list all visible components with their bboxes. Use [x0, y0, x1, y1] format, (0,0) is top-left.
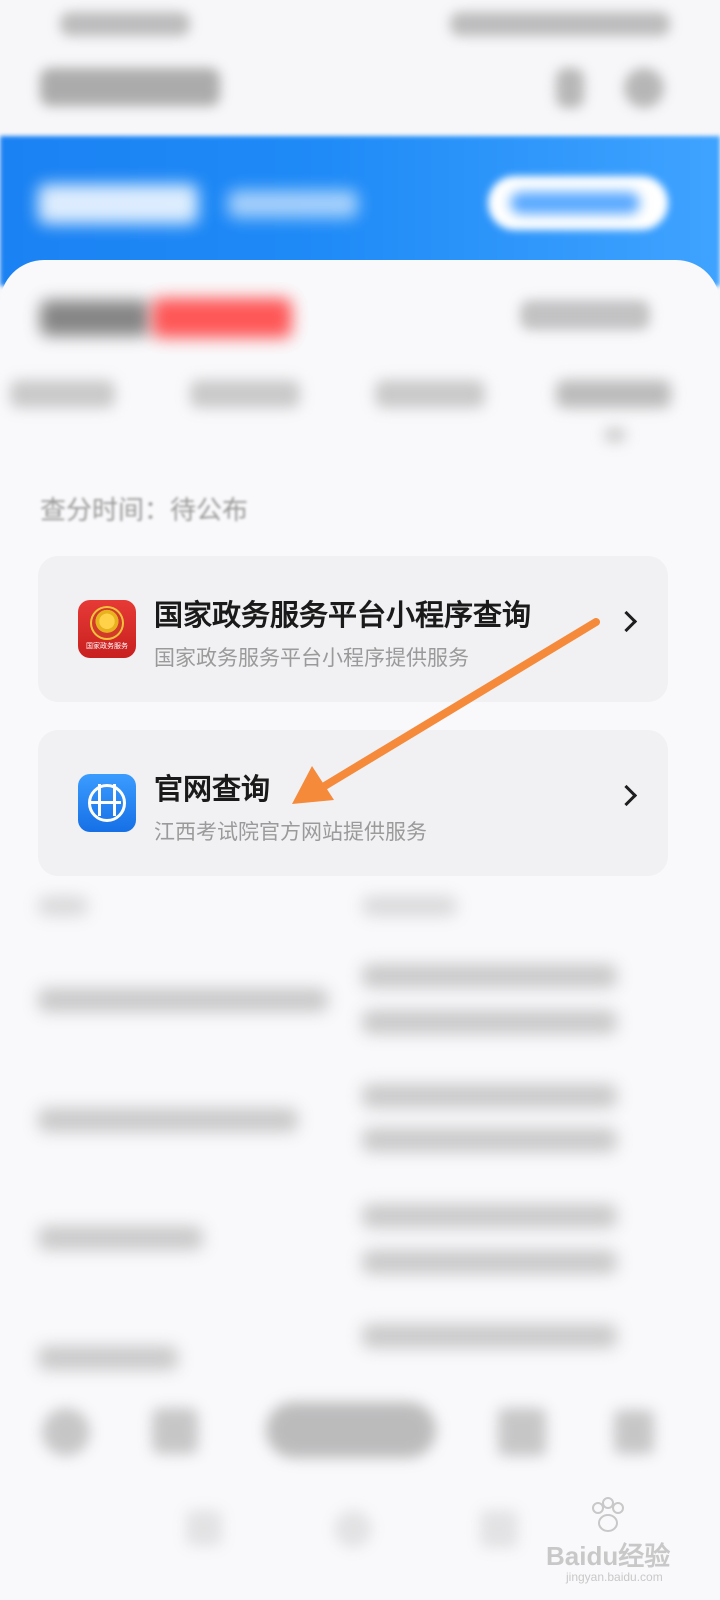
bottom-nav-item-2-blur[interactable] [152, 1408, 198, 1454]
year-heading-highlight-blur [152, 298, 292, 338]
screen: 查分时间：待公布 国家政务服务 国家政务服务平台小程序查询 国家政务服务平台小程… [0, 0, 720, 1600]
table-row-blur [38, 1226, 203, 1250]
chevron-right-icon [615, 610, 638, 633]
globe-equator [91, 801, 121, 804]
chevron-right-icon [615, 784, 638, 807]
option-card-gov-platform[interactable]: 国家政务服务 国家政务服务平台小程序查询 国家政务服务平台小程序提供服务 [38, 556, 668, 702]
option-card-official-site[interactable]: 官网查询 江西考试院官方网站提供服务 [38, 730, 668, 876]
bottom-nav-center-button-blur[interactable] [266, 1402, 436, 1458]
watermark-brand: Baidu经验 [546, 1541, 671, 1571]
header-icon-1-blur[interactable] [556, 68, 584, 108]
year-heading-blur [40, 300, 150, 336]
icon-caption: 国家政务服务 [86, 642, 128, 650]
bottom-nav-item-1-blur[interactable] [42, 1408, 90, 1456]
option-title: 官网查询 [154, 772, 271, 806]
bottom-nav-item-4-blur[interactable] [614, 1410, 654, 1454]
content-sheet [0, 260, 720, 1600]
watermark-url: jingyan.baidu.com [566, 1570, 663, 1584]
bottom-nav-item-3-blur[interactable] [498, 1408, 546, 1456]
score-time-text: 查分时间：待公布 [40, 496, 249, 526]
table-row-blur [362, 1204, 617, 1228]
tab-3-blur[interactable] [375, 380, 485, 408]
tab-1-blur[interactable] [10, 380, 115, 408]
system-back-blur[interactable] [186, 1510, 222, 1546]
status-left-blur [60, 12, 190, 36]
national-emblem-icon: 国家政务服务 [78, 600, 136, 658]
tab-4-active-blur[interactable] [556, 380, 671, 408]
system-recents-blur[interactable] [480, 1510, 518, 1548]
baidu-paw-icon [592, 1497, 624, 1532]
option-subtitle: 国家政务服务平台小程序提供服务 [154, 646, 469, 670]
banner-subtitle-blur [228, 190, 358, 218]
header-icon-2-blur[interactable] [624, 68, 664, 108]
globe-meridian [98, 784, 116, 816]
banner-button-label-blur [510, 192, 640, 214]
table-row-blur [362, 1128, 617, 1152]
app-header [0, 48, 720, 136]
table-row-blur [362, 1010, 617, 1034]
emblem-shape [90, 606, 124, 640]
option-title: 国家政务服务平台小程序查询 [154, 598, 532, 632]
region-dropdown-blur[interactable] [520, 300, 650, 330]
table-row-blur [38, 1108, 298, 1132]
table-row-blur [362, 1250, 617, 1274]
table-header-blur [362, 896, 457, 916]
globe-icon [78, 774, 136, 832]
header-title-blur [40, 68, 220, 106]
table-row-blur [38, 988, 328, 1012]
table-row-blur [362, 1084, 617, 1108]
table-row-blur [362, 964, 617, 988]
tab-indicator-blur [604, 428, 626, 442]
table-row-blur [362, 1324, 617, 1348]
system-home-blur[interactable] [334, 1510, 372, 1548]
status-bar [0, 0, 720, 48]
watermark: Baidu经验 jingyan.baidu.com [546, 1496, 696, 1584]
table-row-blur [38, 1346, 178, 1370]
table-header-blur [38, 896, 88, 916]
option-subtitle: 江西考试院官方网站提供服务 [154, 820, 427, 844]
status-right-blur [450, 12, 670, 36]
tab-2-blur[interactable] [190, 380, 300, 408]
banner-title-blur [38, 184, 198, 224]
